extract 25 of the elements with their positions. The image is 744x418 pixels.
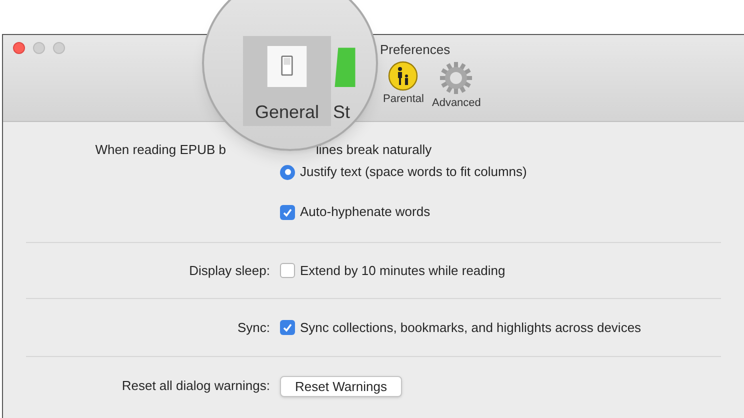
check-icon <box>282 322 293 333</box>
check-icon <box>282 206 293 218</box>
gear-icon <box>439 61 474 95</box>
checkbox[interactable] <box>280 263 295 278</box>
checkbox[interactable] <box>280 204 295 220</box>
toolbar-tab[interactable]: Parental <box>381 61 426 112</box>
radio-button[interactable] <box>280 164 295 180</box>
toolbar-tab[interactable]: Advanced <box>430 61 483 112</box>
option-label: Auto-hyphenate words <box>300 204 430 220</box>
option-label: Extend by 10 minutes while reading <box>300 262 506 280</box>
option-label: Justify text (space words to fit columns) <box>300 164 527 180</box>
option-label: lines break naturally <box>315 142 432 158</box>
window-title: Preferences <box>380 41 450 59</box>
close-button[interactable] <box>13 42 25 54</box>
row-label: When reading EPUB b <box>94 142 227 159</box>
reset-warnings-button[interactable]: Reset Warnings <box>280 376 402 396</box>
bag-icon <box>333 46 357 87</box>
checkbox[interactable] <box>280 320 295 335</box>
toolbar-tab[interactable]: St <box>331 36 375 126</box>
row-label: Sync: <box>236 318 271 337</box>
option-label: Sync collections, bookmarks, and highlights across devices <box>300 318 642 337</box>
toolbar-tab[interactable]: General <box>243 36 331 126</box>
row-label: Reset all dialog warnings: <box>120 377 271 396</box>
parent-child-icon <box>388 61 418 91</box>
row-label: Display sleep: <box>188 262 271 280</box>
